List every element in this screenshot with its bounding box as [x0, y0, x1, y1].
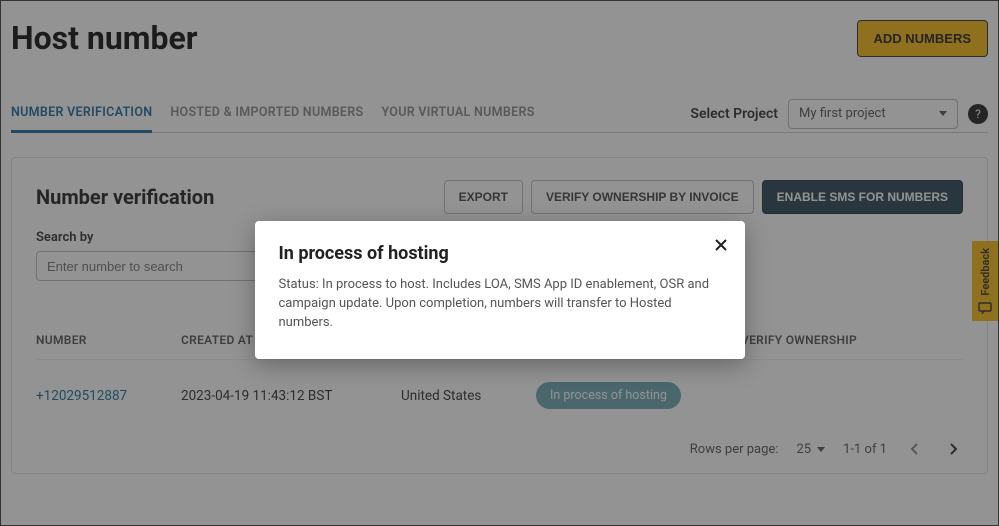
modal-overlay[interactable]: In process of hosting Status: In process… [1, 1, 998, 525]
close-button[interactable] [713, 237, 729, 253]
modal-title: In process of hosting [279, 243, 721, 264]
close-icon [713, 237, 729, 253]
status-modal: In process of hosting Status: In process… [255, 221, 745, 359]
modal-body: Status: In process to host. Includes LOA… [279, 276, 721, 333]
